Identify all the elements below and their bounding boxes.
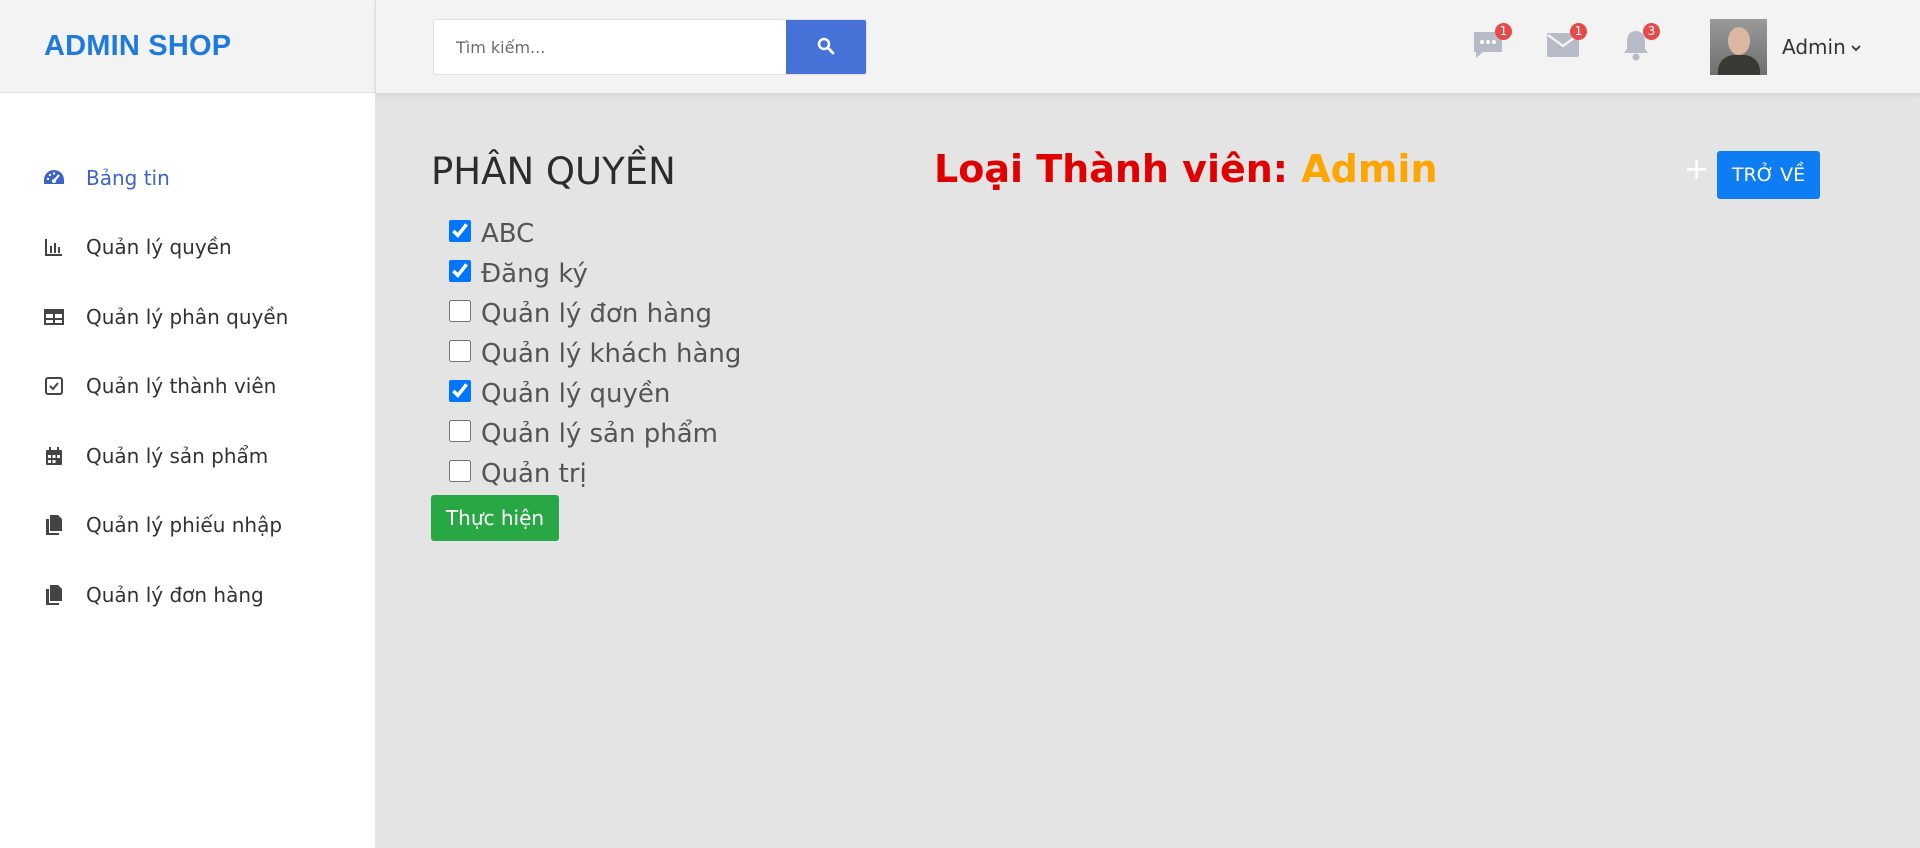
sidebar-item-label: Quản lý phiếu nhập: [86, 513, 283, 538]
dashboard-gauge-icon: [42, 166, 66, 190]
brand-header: ADMIN SHOP: [0, 0, 375, 93]
permission-checkbox[interactable]: [449, 380, 471, 402]
permission-label: Đăng ký: [481, 259, 588, 289]
permission-label: Quản lý đơn hàng: [481, 299, 713, 329]
check-square-icon: [42, 374, 66, 398]
search-button[interactable]: [786, 20, 866, 74]
sidebar: ADMIN SHOP Bảng tin Quản lý quyền Quản l…: [0, 0, 375, 848]
permission-item: Quản lý sản phẩm: [449, 414, 741, 454]
table-icon: [42, 305, 66, 329]
user-name: Admin: [1782, 35, 1846, 59]
permission-item: Quản lý khách hàng: [449, 334, 741, 374]
permission-label: Quản lý sản phẩm: [481, 419, 718, 449]
permission-label: ABC: [481, 219, 535, 249]
calendar-icon: [42, 444, 66, 468]
search-form: [433, 19, 867, 75]
user-menu[interactable]: Admin: [1710, 19, 1862, 75]
permission-item: Quản lý quyền: [449, 374, 741, 414]
chevron-down-icon: [1850, 38, 1862, 57]
permission-list: ABC Đăng ký Quản lý đơn hàng Quản lý khá…: [449, 214, 741, 494]
mail-badge: 1: [1570, 23, 1587, 40]
permission-label: Quản lý khách hàng: [481, 339, 742, 369]
member-type-label: Loại Thành viên:: [934, 147, 1302, 191]
sidebar-item-permissions[interactable]: Quản lý quyền: [0, 213, 375, 283]
permission-checkbox[interactable]: [449, 340, 471, 362]
sidebar-item-products[interactable]: Quản lý sản phẩm: [0, 421, 375, 491]
search-icon: [817, 37, 835, 58]
permission-checkbox[interactable]: [449, 420, 471, 442]
permission-item: Đăng ký: [449, 254, 741, 294]
notifications-button[interactable]: 3: [1616, 23, 1660, 67]
copy-icon: [42, 583, 66, 607]
sidebar-item-role-assignment[interactable]: Quản lý phân quyền: [0, 282, 375, 352]
top-navbar: 1 1 3 Admin: [375, 0, 1920, 93]
permission-label: Quản lý quyền: [481, 379, 671, 409]
bar-chart-icon: [42, 235, 66, 259]
sidebar-item-label: Quản lý phân quyền: [86, 304, 289, 329]
add-icon[interactable]: +: [1684, 155, 1709, 185]
sidebar-item-import-receipts[interactable]: Quản lý phiếu nhập: [0, 491, 375, 561]
brand-logo-text[interactable]: ADMIN SHOP: [44, 30, 231, 63]
messages-button[interactable]: 1: [1468, 23, 1512, 67]
back-button[interactable]: TRỞ VỀ: [1717, 151, 1820, 199]
sidebar-menu: Bảng tin Quản lý quyền Quản lý phân quyề…: [0, 93, 375, 630]
sidebar-item-dashboard[interactable]: Bảng tin: [0, 143, 375, 213]
permission-item: Quản lý đơn hàng: [449, 294, 741, 334]
sidebar-item-orders[interactable]: Quản lý đơn hàng: [0, 560, 375, 630]
permission-checkbox[interactable]: [449, 300, 471, 322]
copy-icon: [42, 513, 66, 537]
permission-checkbox[interactable]: [449, 460, 471, 482]
submit-button[interactable]: Thực hiện: [431, 495, 559, 541]
permission-label: Quản trị: [481, 459, 587, 489]
notifications-badge: 3: [1643, 23, 1660, 40]
member-type-value: Admin: [1301, 147, 1438, 191]
search-input[interactable]: [434, 20, 786, 74]
permission-checkbox[interactable]: [449, 260, 471, 282]
sidebar-item-members[interactable]: Quản lý thành viên: [0, 352, 375, 422]
permission-checkbox[interactable]: [449, 220, 471, 242]
permission-item: ABC: [449, 214, 741, 254]
avatar: [1710, 19, 1767, 75]
member-type-heading: Loại Thành viên: Admin: [934, 147, 1438, 191]
page-title: PHÂN QUYỀN: [431, 150, 676, 193]
sidebar-item-label: Bảng tin: [86, 165, 170, 190]
sidebar-item-label: Quản lý đơn hàng: [86, 582, 264, 607]
sidebar-item-label: Quản lý sản phẩm: [86, 443, 269, 468]
permission-item: Quản trị: [449, 454, 741, 494]
sidebar-item-label: Quản lý thành viên: [86, 374, 277, 399]
messages-badge: 1: [1495, 23, 1512, 40]
sidebar-item-label: Quản lý quyền: [86, 235, 232, 260]
mail-button[interactable]: 1: [1543, 23, 1587, 67]
